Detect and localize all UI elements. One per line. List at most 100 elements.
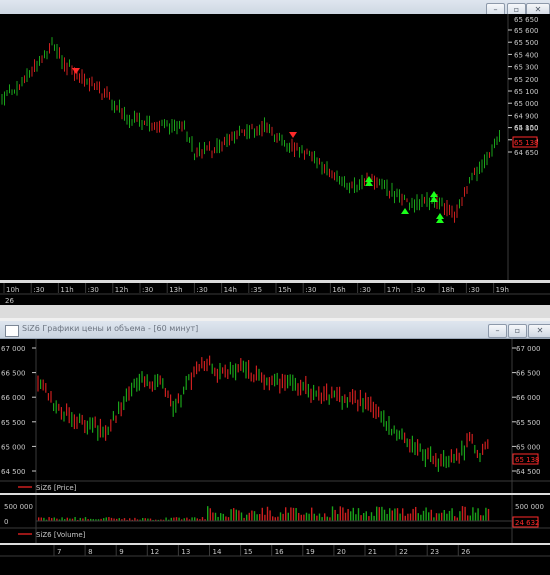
volume-bar [230,509,232,521]
volume-bar [446,513,448,521]
volume-bar [347,509,349,521]
volume-bar [381,506,383,521]
date-tick-label: 23 [430,548,439,556]
volume-bar [66,517,68,521]
volume-bar [316,515,318,521]
volume-bar [461,506,464,521]
volume-bar [464,506,466,521]
date-tick-label: 26 [5,297,14,305]
volume-bar [415,506,417,521]
volume-bar [404,515,406,521]
volume-bar [342,507,344,521]
volume-bar [433,517,435,521]
volume-legend-label: SiZ6 [Volume] [36,531,86,539]
price-tick-label: 65 100 [514,88,539,96]
volume-bar [441,512,443,521]
volume-bar [402,508,404,521]
price-tick-label-right: 65 500 [516,419,541,427]
top-chart-window: – ▫ ✕ 65 650 65 600 65 500 65 400 65 300 65 2… [0,0,550,318]
restore-icon: ▫ [514,326,521,335]
date-tick-label: 12 [150,548,159,556]
volume-bar [209,508,211,521]
volume-bar [456,517,458,521]
volume-bar [264,514,266,521]
minimize-button[interactable]: – [488,324,507,338]
minimize-icon: – [495,326,500,335]
volume-bar [399,513,401,521]
price-tick-label-left: 67 000 [1,345,26,353]
close-icon: ✕ [536,326,544,335]
volume-bar [274,517,276,521]
volume-bar [61,517,63,521]
bottom-window-titlebar[interactable]: SiZ6 Графики цены и объема - [60 минут] … [0,321,550,339]
date-tick-label: 20 [337,548,346,556]
bottom-price-pane[interactable]: 67 000 67 000 66 500 66 500 66 000 66 000 65 5… [0,339,550,493]
time-tick-label: 12h [115,286,128,294]
close-icon: ✕ [534,5,542,14]
volume-bar [235,509,237,521]
price-tick-label-right: 67 000 [516,345,541,353]
window-title: SiZ6 Графики цены и объема - [60 минут] [22,324,199,333]
volume-bar [246,514,248,521]
volume-bar [238,510,240,521]
top-price-pane[interactable]: 65 650 65 600 65 500 65 400 65 300 65 200 65 1… [0,14,550,280]
volume-bar [256,514,258,521]
date-tick-label: 13 [181,548,190,556]
volume-bar [108,517,110,521]
volume-bar [467,515,469,521]
volume-bar [350,511,352,521]
price-tick-label: 65 500 [514,39,539,47]
volume-bar [253,511,256,521]
volume-bar [279,512,282,521]
volume-bar [287,512,289,521]
price-tick-label-left: 66 000 [1,394,26,402]
bottom-volume-pane[interactable]: 500 000 0 500 000 24 632 SiZ6 [Volume] [0,495,550,543]
price-tick-label: 65 400 [514,51,539,59]
volume-bar [53,517,55,521]
volume-bar [74,517,76,521]
volume-bar [266,506,269,521]
price-tick-label-right: 66 500 [516,370,541,378]
volume-bar [368,516,370,521]
volume-bar [363,513,365,521]
time-tick-label: :30 [305,286,316,294]
volume-bar [412,508,414,521]
volume-bar [300,514,302,521]
price-tick-label: 65 000 [514,100,539,108]
bottom-date-axis-svg: 7 8 9 12 13 14 15 16 19 20 21 22 23 26 [0,545,550,575]
close-button[interactable]: ✕ [528,324,550,338]
volume-bar [391,510,393,521]
price-tick-label: 64 900 [514,112,539,120]
top-price-chart[interactable]: 65 650 65 600 65 500 65 400 65 300 65 200 65 1… [0,14,550,280]
time-tick-label: 10h [6,286,19,294]
time-tick-label: :30 [468,286,479,294]
volume-bar [214,512,217,521]
current-price-badge-label: 65 138 [514,139,539,147]
date-tick-label: 9 [119,548,123,556]
time-tick-label: 15h [278,286,291,294]
bottom-volume-chart[interactable]: 500 000 0 500 000 24 632 SiZ6 [Volume] [0,495,550,543]
bottom-price-chart[interactable]: 67 000 67 000 66 500 66 500 66 000 66 000 65 5… [0,339,550,493]
volume-bar [84,517,87,521]
price-tick-label-left: 64 500 [1,468,26,476]
volume-bar [420,514,422,521]
volume-bar [285,507,287,521]
volume-bar [485,507,487,521]
date-tick-label: 8 [88,548,92,556]
volume-bar [334,509,336,521]
date-tick-label: 21 [368,548,377,556]
time-tick-label: :30 [196,286,207,294]
volume-bar [357,508,360,521]
volume-bar [225,516,227,521]
price-legend-label: SiZ6 [Price] [36,484,77,492]
volume-bar [386,513,388,521]
time-tick-label: 11h [60,286,73,294]
volume-bar [303,514,305,521]
volume-bar [240,512,243,521]
restore-button[interactable]: ▫ [508,324,527,338]
date-tick-label: 7 [57,548,61,556]
volume-bar [409,513,412,521]
bottom-date-axis: 7 8 9 12 13 14 15 16 19 20 21 22 23 26 [0,545,550,575]
volume-bar [430,509,432,521]
volume-bar [331,506,334,521]
